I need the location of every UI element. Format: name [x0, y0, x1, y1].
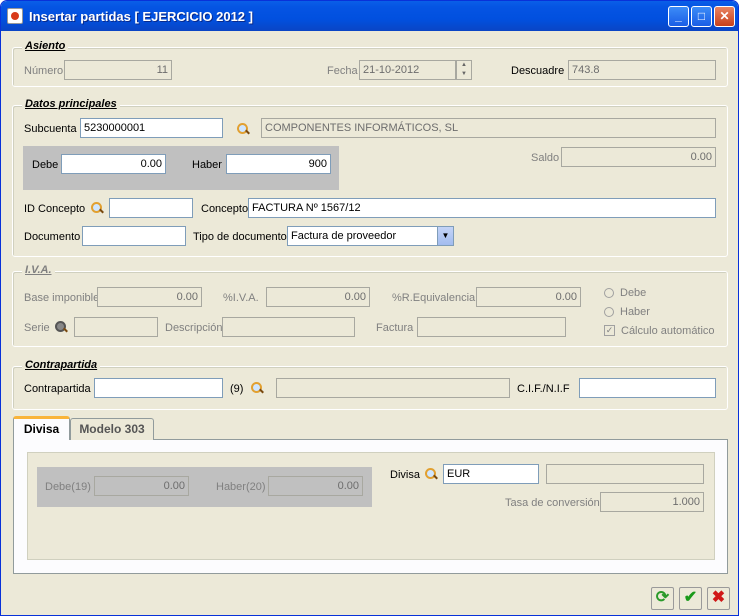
debe-input[interactable]: 0.00: [61, 154, 166, 174]
cif-input[interactable]: [579, 378, 716, 398]
accept-icon[interactable]: ✔: [679, 587, 702, 610]
search-icon: [54, 320, 68, 334]
search-icon[interactable]: [90, 201, 104, 215]
base-field: 0.00: [97, 287, 202, 307]
divisa-input[interactable]: EUR: [443, 464, 539, 484]
fecha-spinner[interactable]: ▲ ▼: [456, 60, 472, 80]
numero-label: Número: [24, 65, 64, 77]
base-label: Base imponible: [24, 292, 100, 304]
contrapartida-header: Contrapartida: [22, 358, 101, 372]
factura-field: [417, 317, 566, 337]
divisa-description: [546, 464, 704, 484]
spin-up-icon[interactable]: ▲: [457, 61, 471, 70]
debe-radio[interactable]: [604, 288, 614, 298]
descuadre-label: Descuadre: [511, 65, 565, 77]
haber-radio-label: Haber: [620, 306, 650, 318]
contrapartida-count: (9): [230, 383, 244, 395]
maximize-button[interactable]: □: [691, 6, 712, 27]
debe-radio-label: Debe: [620, 287, 647, 299]
calculo-label: Cálculo automático: [621, 325, 715, 337]
debe-label: Debe: [32, 159, 59, 171]
concepto-input[interactable]: FACTURA Nº 1567/12: [248, 198, 716, 218]
haber-label: Haber: [192, 159, 222, 171]
tasa-field: 1.000: [600, 492, 704, 512]
saldo-label: Saldo: [531, 152, 560, 164]
tipodoc-label: Tipo de documento: [193, 231, 287, 243]
principales-header: Datos principales: [22, 97, 120, 111]
idconcepto-label: ID Concepto: [24, 203, 86, 215]
dialog-window: Insertar partidas [ EJERCICIO 2012 ] _ □…: [0, 0, 739, 616]
piva-label: %I.V.A.: [223, 292, 259, 304]
descripcion-label: Descripción: [165, 322, 223, 334]
iva-header: I.V.A.: [22, 263, 55, 277]
divisa-debe-field: 0.00: [94, 476, 189, 496]
factura-label: Factura: [376, 322, 414, 334]
divisa-label: Divisa: [390, 469, 420, 481]
documento-input[interactable]: [82, 226, 186, 246]
preq-field: 0.00: [476, 287, 581, 307]
refresh-icon[interactable]: ⟳: [651, 587, 674, 610]
subcuenta-description: COMPONENTES INFORMÁTICOS, SL: [261, 118, 716, 138]
cif-label: C.I.F./N.I.F: [517, 383, 570, 395]
concepto-label: Concepto: [201, 203, 249, 215]
spin-down-icon[interactable]: ▼: [457, 70, 471, 79]
idconcepto-input[interactable]: [109, 198, 193, 218]
window-title: Insertar partidas [ EJERCICIO 2012 ]: [29, 9, 253, 24]
chevron-down-icon[interactable]: ▼: [437, 227, 453, 245]
divisa-haber-label: Haber(20): [216, 481, 266, 493]
numero-field: 11: [64, 60, 172, 80]
tasa-label: Tasa de conversión: [505, 497, 600, 509]
search-icon[interactable]: [250, 381, 264, 395]
title-bar[interactable]: Insertar partidas [ EJERCICIO 2012 ] _ □…: [1, 1, 738, 31]
serie-field: [74, 317, 158, 337]
search-icon[interactable]: [424, 467, 438, 481]
tab-divisa[interactable]: Divisa: [13, 416, 70, 440]
descuadre-field: 743.8: [568, 60, 716, 80]
divisa-debe-label: Debe(19): [45, 481, 91, 493]
fecha-field: 21-10-2012: [359, 60, 456, 80]
preq-label: %R.Equivalencia: [392, 292, 476, 304]
asiento-header: Asiento: [22, 39, 69, 53]
tab-modelo-303[interactable]: Modelo 303: [70, 418, 154, 440]
subcuenta-label: Subcuenta: [24, 123, 77, 135]
calculo-checkbox[interactable]: ✓: [604, 325, 615, 336]
piva-field: 0.00: [266, 287, 370, 307]
contrapartida-input[interactable]: [94, 378, 223, 398]
haber-radio[interactable]: [604, 307, 614, 317]
subcuenta-input[interactable]: 5230000001: [80, 118, 223, 138]
tipodoc-value: Factura de proveedor: [291, 230, 397, 242]
fecha-label: Fecha: [327, 65, 358, 77]
cancel-icon[interactable]: ✖: [707, 587, 730, 610]
contrapartida-description: [276, 378, 510, 398]
app-icon: [7, 8, 23, 24]
serie-label: Serie: [24, 322, 50, 334]
contrapartida-label: Contrapartida: [24, 383, 91, 395]
tipodoc-select[interactable]: Factura de proveedor ▼: [287, 226, 454, 246]
close-button[interactable]: ✕: [714, 6, 735, 27]
descripcion-field: [222, 317, 355, 337]
saldo-field: 0.00: [561, 147, 716, 167]
documento-label: Documento: [24, 231, 81, 243]
minimize-button[interactable]: _: [668, 6, 689, 27]
search-icon[interactable]: [236, 122, 250, 136]
haber-input[interactable]: 900: [226, 154, 331, 174]
divisa-haber-field: 0.00: [268, 476, 363, 496]
